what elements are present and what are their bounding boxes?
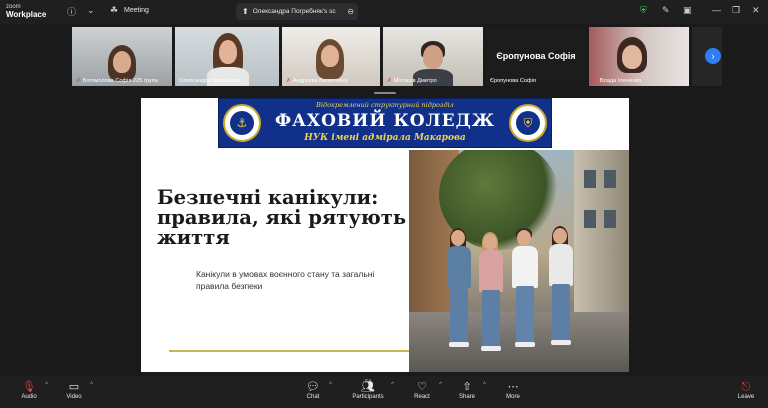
mic-muted-icon: ✗ <box>387 78 392 84</box>
react-button[interactable]: ♡ React ^ <box>410 380 442 400</box>
screen-share-icon: ⬆ <box>242 7 249 16</box>
participant-tile[interactable]: ✗ Матвєєв Дмитро <box>383 27 483 86</box>
edit-icon[interactable]: ✎ <box>662 5 670 16</box>
participant-name: ✗ Влада Ілюченко <box>593 78 642 84</box>
participant-tile-active[interactable]: Олександра Погребняк <box>175 27 279 86</box>
participant-tile[interactable]: ✗ Влада Ілюченко <box>589 27 689 86</box>
participant-display-name: Єропунова Софія <box>496 51 576 61</box>
brand-bottom: Workplace <box>6 10 47 19</box>
minimize-icon[interactable]: — <box>712 5 721 15</box>
building-right <box>574 150 629 325</box>
share-screen-icon: ⇧ <box>462 381 472 393</box>
share-options-caret[interactable]: ^ <box>483 382 486 388</box>
participant-name: Олександра Погребняк <box>179 78 240 84</box>
audio-button[interactable]: 🎙︎ Audio ^ <box>18 380 48 400</box>
participant-name: ✗ Андрєєва Валентина <box>286 78 348 84</box>
resize-handle[interactable] <box>374 92 396 94</box>
react-options-caret[interactable]: ^ <box>439 382 442 388</box>
participant-name: ✗ Богомолова Софія 225 група <box>76 78 158 84</box>
chevron-right-icon: › <box>711 51 715 61</box>
meeting-icon: ☘ <box>110 5 119 15</box>
video-camera-icon: ▭ <box>68 381 80 393</box>
close-icon[interactable]: ✕ <box>752 5 760 16</box>
video-button[interactable]: ▭ Video ^ <box>63 380 93 400</box>
mic-muted-icon: ✗ <box>593 78 598 84</box>
college-banner: ⚓ ⛨ Відокремлений структурний підрозділ … <box>218 98 552 148</box>
participant-name: Єропунова Софія <box>490 78 536 84</box>
participant-tile[interactable]: Єропунова Софія Єропунова Софія <box>486 27 586 86</box>
top-bar: zoom Workplace ⓘ ⌄ ☘ Meeting ⬆ Олександр… <box>0 0 768 24</box>
meeting-toolbar: 🎙︎ Audio ^ ▭ Video ^ 💬︎ Chat ^ 👥︎ 64 Par… <box>0 376 768 408</box>
view-icon[interactable]: ▣ <box>683 5 692 16</box>
divider <box>169 350 409 352</box>
participants-count: 64 <box>365 379 372 385</box>
chat-icon: 💬︎ <box>306 381 320 393</box>
chat-options-caret[interactable]: ^ <box>329 382 332 388</box>
more-icon: ⋯ <box>507 381 519 393</box>
person-face <box>321 45 339 67</box>
share-options-icon[interactable]: ⊖ <box>347 7 354 16</box>
leave-icon: ⎋ <box>741 381 751 393</box>
next-page-button[interactable]: › <box>705 48 721 64</box>
person-face <box>423 45 443 69</box>
video-options-caret[interactable]: ^ <box>90 382 93 388</box>
screen-share-indicator[interactable]: ⬆ Олександра Погребняк's sc ⊖ <box>236 3 358 20</box>
participants-options-caret[interactable]: ^ <box>391 382 394 388</box>
slide-subtitle: Канікули в умовах воєнного стану та зага… <box>196 269 375 291</box>
person-face <box>219 40 237 64</box>
heart-icon: ♡ <box>417 381 427 393</box>
share-button[interactable]: ⇧ Share ^ <box>456 380 486 400</box>
participant-name: ✗ Матвєєв Дмитро <box>387 78 437 84</box>
chevron-down-icon[interactable]: ⌄ <box>87 5 95 16</box>
slide-title: Безпечні канікули: правила, які рятують … <box>157 186 407 249</box>
restore-icon[interactable]: ❐ <box>732 5 740 16</box>
banner-subtitle: Відокремлений структурний підрозділ <box>316 101 454 109</box>
mic-muted-icon: 🎙︎ <box>22 381 36 393</box>
zoom-logo: zoom Workplace <box>6 3 46 19</box>
mic-muted-icon: ✗ <box>76 78 81 84</box>
shared-screen-slide: ⚓ ⛨ Відокремлений структурний підрозділ … <box>141 98 629 372</box>
banner-title: ФАХОВИЙ КОЛЕДЖ <box>274 111 496 131</box>
shield-icon[interactable]: ⛨ <box>640 5 647 16</box>
students-photo <box>409 150 629 372</box>
person-face <box>622 45 642 69</box>
leave-button[interactable]: ⎋ Leave <box>734 380 758 400</box>
banner-admiral: НУК імені адмірала Макарова <box>304 133 466 143</box>
mic-muted-icon: ✗ <box>286 78 291 84</box>
info-icon[interactable]: ⓘ <box>67 5 76 18</box>
more-button[interactable]: ⋯ More <box>502 380 524 400</box>
chat-button[interactable]: 💬︎ Chat ^ <box>302 380 332 400</box>
audio-options-caret[interactable]: ^ <box>45 382 48 388</box>
participant-thumbnails: ✗ Богомолова Софія 225 група Олександра П… <box>70 27 730 87</box>
screen-share-text: Олександра Погребняк's sc <box>252 8 336 15</box>
participants-button[interactable]: 👥︎ 64 Participants ^ <box>350 379 394 400</box>
participant-tile[interactable]: ✗ Андрєєва Валентина <box>282 27 380 86</box>
participant-tile[interactable]: ✗ Богомолова Софія 225 група <box>72 27 172 86</box>
person-face <box>113 51 131 73</box>
meeting-label[interactable]: Meeting <box>124 7 149 14</box>
